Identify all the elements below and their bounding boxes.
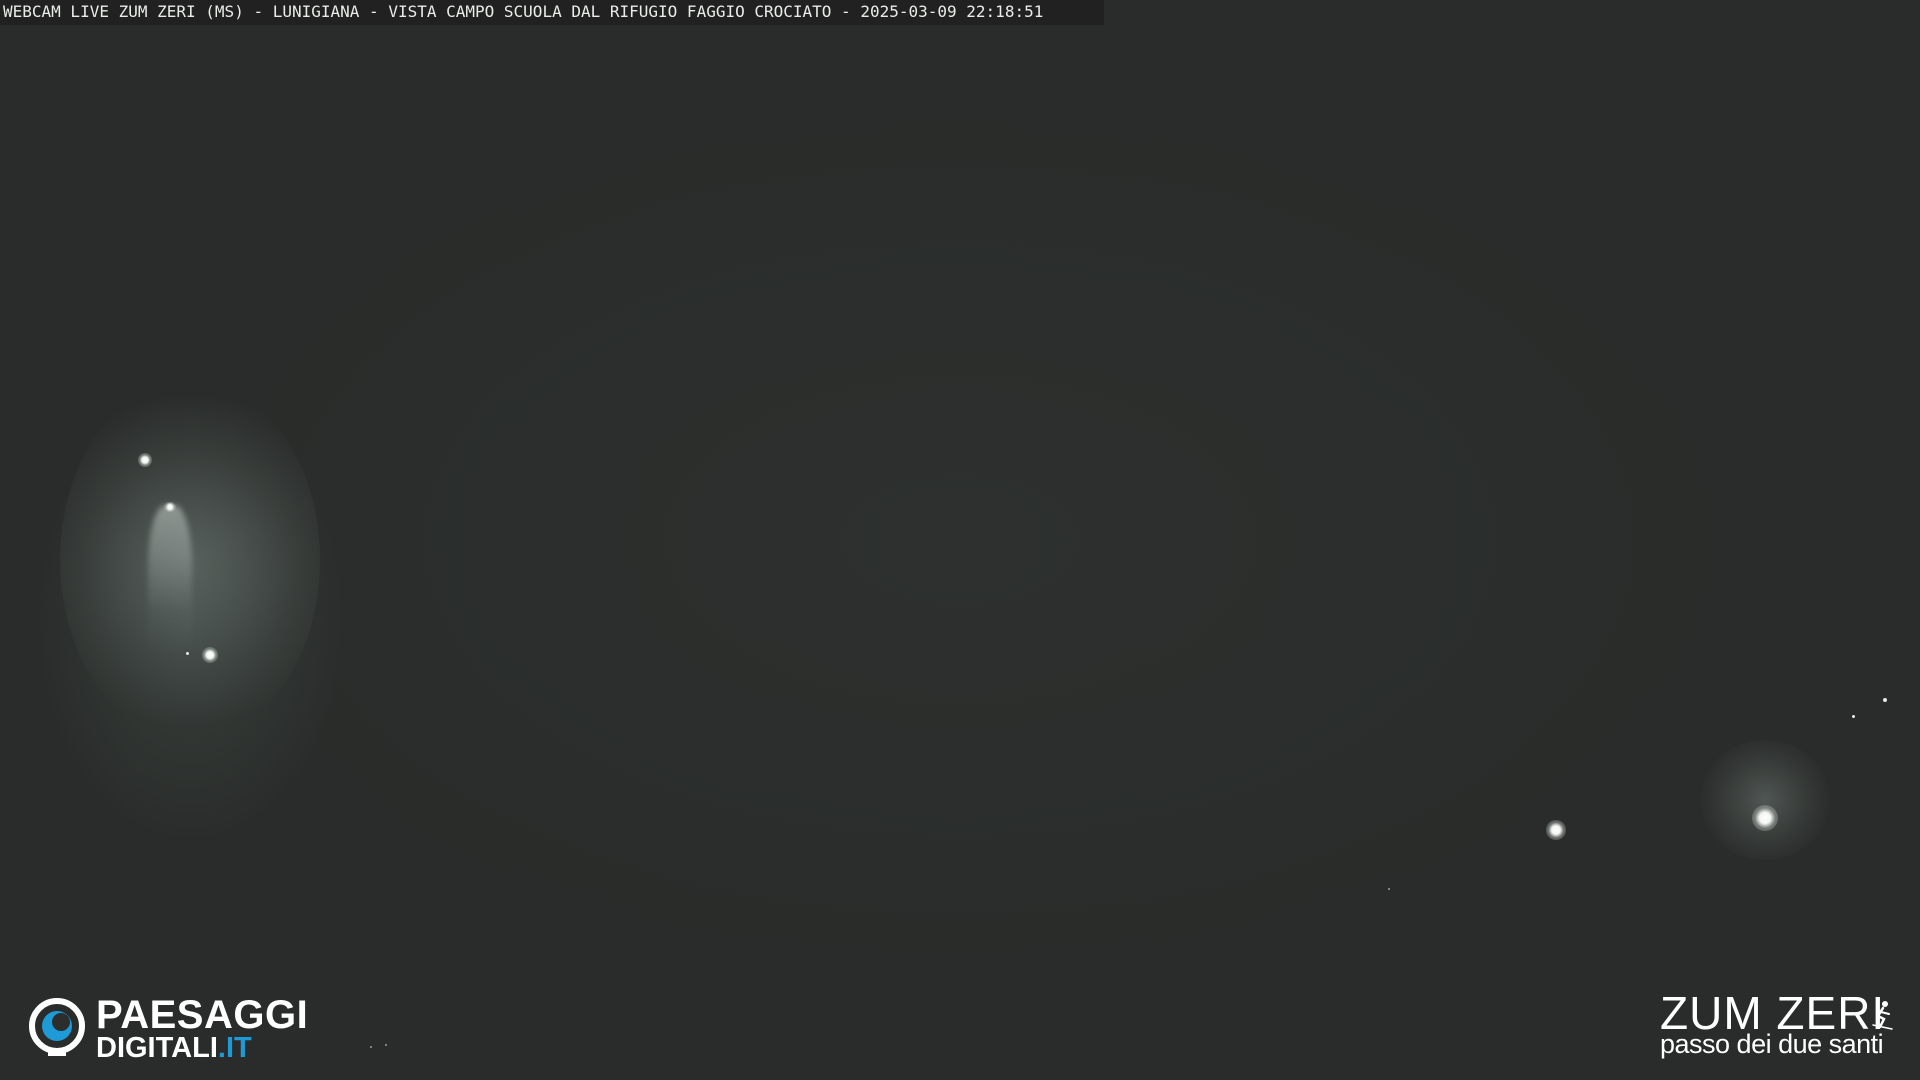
lamp-light (138, 453, 152, 467)
logo-subtitle-accent: .IT (217, 1032, 252, 1064)
distant-light (370, 1046, 372, 1048)
eye-icon (29, 998, 85, 1056)
zum-zeri-subtitle: passo dei due santi (1660, 1029, 1884, 1059)
logo-title: PAESAGGI (96, 993, 309, 1037)
logo-subtitle-main: DIGITALI (96, 1032, 218, 1064)
lamp-light (164, 502, 176, 512)
light-beam (148, 505, 192, 655)
skier-icon (1872, 1001, 1893, 1030)
distant-light (1388, 888, 1390, 890)
paesaggi-digitali-logo: PAESAGGI DIGITALI.IT (28, 995, 338, 1065)
distant-light (385, 1044, 387, 1046)
distant-light (1852, 715, 1855, 718)
webcam-caption: WEBCAM LIVE ZUM ZERI (MS) - LUNIGIANA - … (0, 0, 1104, 25)
lamp-light (202, 647, 218, 663)
lamp-light (1546, 820, 1566, 840)
distant-light (1883, 698, 1887, 702)
fog-glow-right (1700, 740, 1830, 860)
zum-zeri-logo: ZUM ZERI passo dei due santi (1660, 990, 1893, 1060)
logo-subtitle: DIGITALI.IT (96, 1033, 252, 1063)
webcam-image: WEBCAM LIVE ZUM ZERI (MS) - LUNIGIANA - … (0, 0, 1920, 1080)
lamp-light (1752, 805, 1778, 831)
distant-light (186, 652, 189, 655)
